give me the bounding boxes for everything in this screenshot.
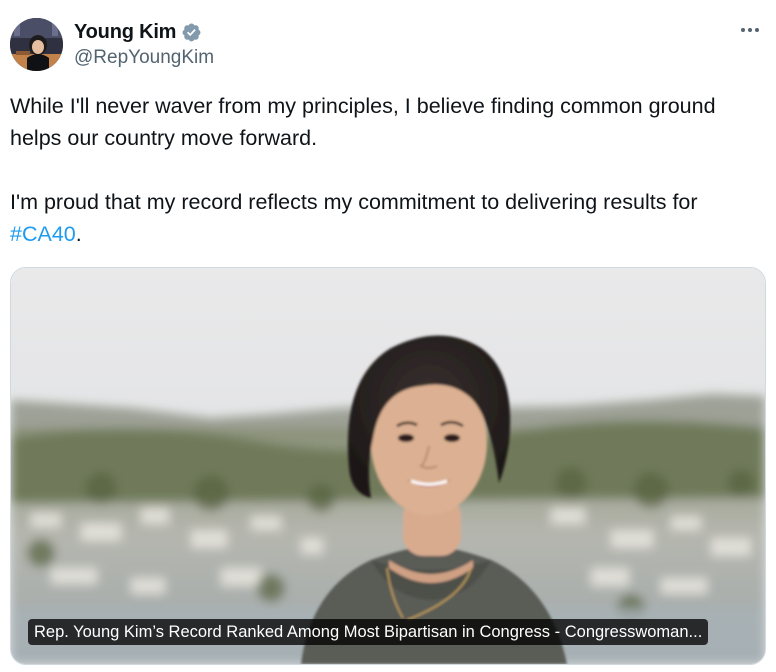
more-dot xyxy=(748,28,752,32)
tweet-paragraph-2-text: I'm proud that my record reflects my com… xyxy=(10,190,698,214)
profile-photo-icon xyxy=(10,18,63,71)
more-dot xyxy=(755,28,759,32)
verified-badge-icon xyxy=(181,22,202,43)
tweet-paragraph-2-end: . xyxy=(75,222,82,246)
tweet-paragraph-1: While I'll never waver from my principle… xyxy=(10,94,716,150)
tweet-text: While I'll never waver from my principle… xyxy=(10,90,770,250)
more-options-button[interactable] xyxy=(738,20,762,40)
card-caption[interactable]: Rep. Young Kim’s Record Ranked Among Mos… xyxy=(28,619,709,645)
card-image xyxy=(11,268,765,664)
avatar[interactable] xyxy=(10,18,63,71)
hashtag-link[interactable]: #CA40 xyxy=(10,222,76,246)
tweet: Young Kim @RepYoungKim While I'll never … xyxy=(0,0,776,672)
link-card[interactable]: Rep. Young Kim’s Record Ranked Among Mos… xyxy=(10,267,766,665)
display-name[interactable]: Young Kim xyxy=(74,21,176,44)
tweet-paragraph-2: I'm proud that my record reflects my com… xyxy=(10,186,770,250)
handle[interactable]: @RepYoungKim xyxy=(74,47,214,69)
author-block[interactable]: Young Kim @RepYoungKim xyxy=(74,20,214,69)
more-horizontal-icon xyxy=(741,28,745,32)
